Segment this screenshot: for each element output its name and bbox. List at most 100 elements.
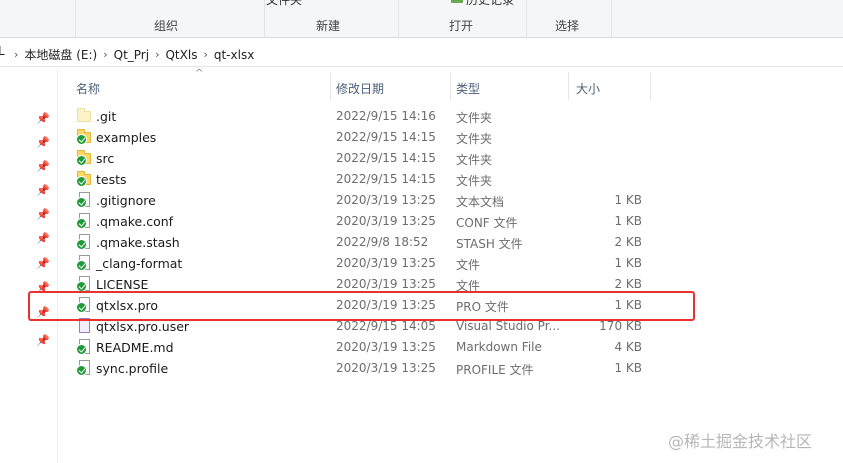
column-divider[interactable] <box>450 72 451 100</box>
file-row[interactable]: .git 2022/9/15 14:16 文件夹 <box>72 106 652 127</box>
folder-synced-icon <box>76 171 92 187</box>
column-header-size[interactable]: 大小 <box>568 72 652 100</box>
navigation-pane-divider[interactable] <box>57 68 58 463</box>
file-row[interactable]: src 2022/9/15 14:15 文件夹 <box>72 148 652 169</box>
column-divider[interactable] <box>330 72 331 100</box>
file-type: Markdown File <box>456 340 542 354</box>
file-row[interactable]: .gitignore 2020/3/19 13:25 文本文档 1 KB <box>72 190 652 211</box>
file-synced-icon <box>76 255 92 271</box>
column-header-label: 大小 <box>576 82 601 96</box>
pin-icon[interactable]: 📌 <box>36 136 50 150</box>
ribbon: 文件夹 历史记录 组织 新建 打开 选择 <box>0 0 843 38</box>
file-name: qtxlsx.pro.user <box>96 319 190 334</box>
column-header-date[interactable]: 修改日期 <box>330 72 450 100</box>
file-date: 2022/9/15 14:15 <box>336 130 436 144</box>
breadcrumb-item-drive[interactable]: 本地磁盘 (E:) <box>20 46 101 63</box>
file-synced-icon <box>76 213 92 229</box>
file-name: .qmake.stash <box>96 235 180 250</box>
column-header-label: 名称 <box>76 82 101 96</box>
history-icon[interactable] <box>451 0 463 3</box>
file-date: 2020/3/19 13:25 <box>336 361 436 375</box>
column-header-name[interactable]: 名称 <box>72 72 330 100</box>
file-name: LICENSE <box>96 277 149 292</box>
breadcrumb-separator-icon[interactable]: › <box>101 48 109 61</box>
column-header-label: 类型 <box>456 82 481 96</box>
column-divider[interactable] <box>650 72 651 100</box>
file-synced-icon <box>76 276 92 292</box>
file-date: 2020/3/19 13:25 <box>336 340 436 354</box>
folder-synced-icon <box>76 150 92 166</box>
highlight-box <box>28 291 695 321</box>
file-name: .git <box>96 109 117 124</box>
file-name: sync.profile <box>96 361 169 376</box>
file-date: 2020/3/19 13:25 <box>336 277 436 291</box>
ribbon-cut-label[interactable]: 文件夹 <box>266 0 302 8</box>
file-size: 2 KB <box>614 235 642 249</box>
file-type: Visual Studio Pr... <box>456 319 560 333</box>
breadcrumb-separator-icon[interactable]: › <box>201 48 209 61</box>
ribbon-group-organize: 组织 <box>154 19 179 33</box>
file-type: 文件夹 <box>456 132 493 146</box>
file-date: 2020/3/19 13:25 <box>336 256 436 270</box>
pin-icon[interactable]: 📌 <box>36 160 50 174</box>
file-row[interactable]: tests 2022/9/15 14:15 文件夹 <box>72 169 652 190</box>
ribbon-divider <box>611 0 612 38</box>
file-synced-icon <box>76 192 92 208</box>
file-name: .gitignore <box>96 193 156 208</box>
file-synced-icon <box>76 339 92 355</box>
file-type: 文件夹 <box>456 174 493 188</box>
file-size: 1 KB <box>614 361 642 375</box>
breadcrumb-separator-icon[interactable]: › <box>153 48 161 61</box>
file-date: 2022/9/8 18:52 <box>336 235 429 249</box>
file-row[interactable]: sync.profile 2020/3/19 13:25 PROFILE 文件 1 K… <box>72 358 652 379</box>
ribbon-group-select: 选择 <box>555 19 580 33</box>
file-name: README.md <box>96 340 174 355</box>
breadcrumb-item-qt-prj[interactable]: Qt_Prj <box>110 48 153 62</box>
file-date: 2022/9/15 14:15 <box>336 151 436 165</box>
file-row[interactable]: .qmake.conf 2020/3/19 13:25 CONF 文件 1 KB <box>72 211 652 232</box>
file-date: 2020/3/19 13:25 <box>336 214 436 228</box>
ribbon-cut-label[interactable]: 历史记录 <box>466 0 514 8</box>
breadcrumb-item-qt-xlsx[interactable]: qt-xlsx <box>210 48 258 62</box>
file-size: 1 KB <box>614 214 642 228</box>
file-synced-icon <box>76 234 92 250</box>
file-date: 2022/9/15 14:16 <box>336 109 436 123</box>
file-name: .qmake.conf <box>96 214 174 229</box>
file-name: examples <box>96 130 157 145</box>
file-type: STASH 文件 <box>456 237 523 251</box>
pin-icon[interactable]: 📌 <box>36 232 50 246</box>
breadcrumb: › 本地磁盘 (E:) › Qt_Prj › QtXls › qt-xlsx <box>12 46 258 63</box>
ribbon-divider <box>526 0 527 38</box>
breadcrumb-separator-icon[interactable]: › <box>12 48 20 61</box>
ribbon-group-open: 打开 <box>449 19 474 33</box>
pin-icon[interactable]: 📌 <box>36 334 50 348</box>
file-type: 文本文档 <box>456 195 505 209</box>
file-row[interactable]: examples 2022/9/15 14:15 文件夹 <box>72 127 652 148</box>
pin-icon[interactable]: 📌 <box>36 184 50 198</box>
column-header-label: 修改日期 <box>336 82 385 96</box>
file-row[interactable]: README.md 2020/3/19 13:25 Markdown File 4 K… <box>72 337 652 358</box>
file-type: PROFILE 文件 <box>456 363 534 377</box>
pin-icon[interactable]: 📌 <box>36 208 50 222</box>
ribbon-group-new: 新建 <box>316 19 341 33</box>
file-date: 2020/3/19 13:25 <box>336 193 436 207</box>
column-header-type[interactable]: 类型 <box>450 72 568 100</box>
breadcrumb-item-qtxls[interactable]: QtXls <box>161 48 201 62</box>
file-date: 2022/9/15 14:05 <box>336 319 436 333</box>
pin-icon[interactable]: 📌 <box>36 257 50 271</box>
file-row[interactable]: .qmake.stash 2022/9/8 18:52 STASH 文件 2 KB <box>72 232 652 253</box>
file-type: CONF 文件 <box>456 216 518 230</box>
ribbon-divider <box>398 0 399 38</box>
file-size: 1 KB <box>614 193 642 207</box>
file-size: 4 KB <box>614 340 642 354</box>
file-type: 文件夹 <box>456 111 493 125</box>
file-size: 170 KB <box>599 319 642 333</box>
file-name: tests <box>96 172 127 187</box>
file-date: 2022/9/15 14:15 <box>336 172 436 186</box>
file-row[interactable]: _clang-format 2020/3/19 13:25 文件 1 KB <box>72 253 652 274</box>
column-divider[interactable] <box>568 72 569 100</box>
file-synced-icon <box>76 360 92 376</box>
pin-icon[interactable]: 📌 <box>36 112 50 126</box>
folder-hidden-icon <box>76 108 92 124</box>
file-name: src <box>96 151 115 166</box>
